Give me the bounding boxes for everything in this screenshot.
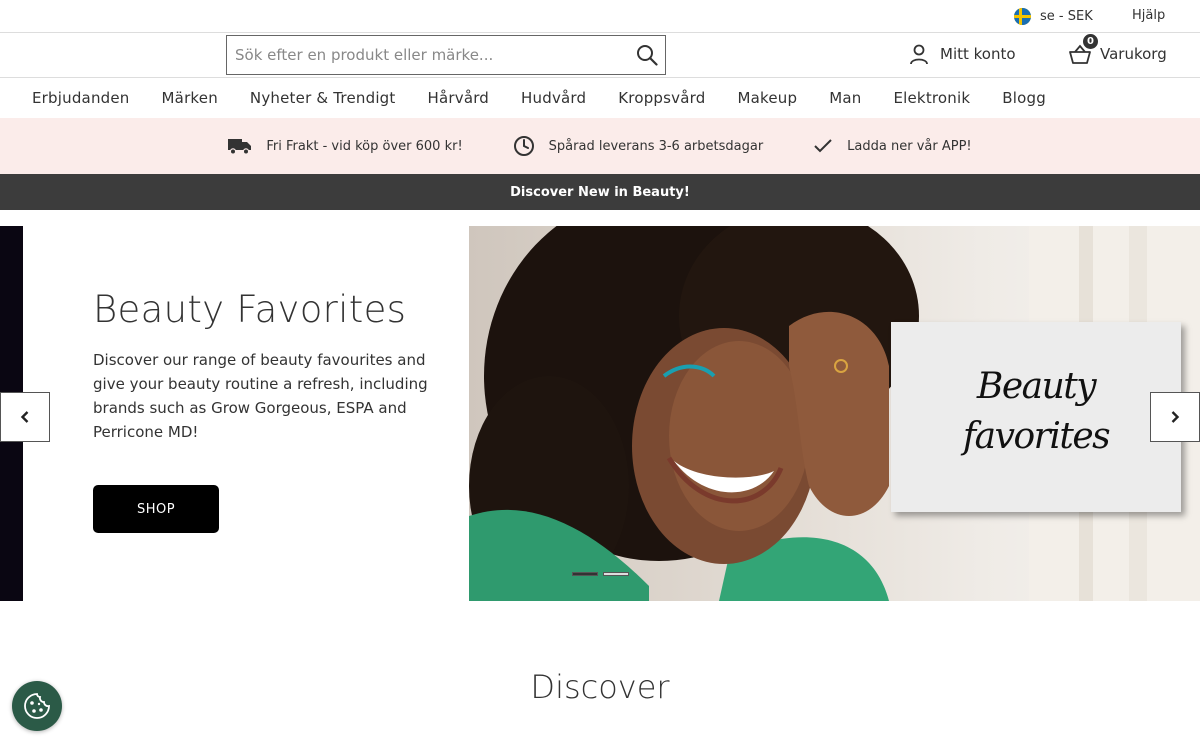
hero-text-panel: Beauty Favorites Discover our range of b… — [23, 226, 469, 601]
truck-icon — [228, 139, 252, 155]
nav-item-hudvard[interactable]: Hudvård — [521, 89, 586, 107]
locale-label: se - SEK — [1040, 9, 1093, 24]
announcement-bar[interactable]: Discover New in Beauty! — [0, 174, 1200, 210]
benefit-delivery: Spårad leverans 3-6 arbetsdagar — [513, 135, 764, 157]
locale-selector[interactable]: se - SEK — [1014, 8, 1093, 25]
hero-carousel: Beauty Favorites Discover our range of b… — [0, 226, 1200, 601]
shop-button[interactable]: SHOP — [93, 485, 219, 533]
main-nav: Erbjudanden Märken Nyheter & Trendigt Hå… — [0, 78, 1200, 118]
sweden-flag-icon — [1014, 8, 1031, 25]
nav-item-harvard[interactable]: Hårvård — [428, 89, 490, 107]
card-text: Beauty favorites — [891, 362, 1181, 462]
nav-item-makeup[interactable]: Makeup — [737, 89, 797, 107]
carousel-dots — [572, 572, 634, 576]
card-line-2: favorites — [962, 416, 1111, 457]
beauty-favorites-card: Beauty favorites — [891, 322, 1181, 512]
checkmark-icon — [814, 139, 832, 153]
search-icon[interactable] — [629, 36, 665, 74]
carousel-dot-2[interactable] — [603, 572, 629, 576]
help-link[interactable]: Hjälp — [1132, 8, 1165, 23]
search-input[interactable] — [227, 36, 629, 74]
carousel-prev-button[interactable] — [0, 392, 50, 442]
search-bar — [226, 35, 666, 75]
nav-item-kroppsvard[interactable]: Kroppsvård — [618, 89, 705, 107]
benefit-shipping: Fri Frakt - vid köp över 600 kr! — [228, 137, 463, 155]
hero-title: Beauty Favorites — [93, 288, 407, 331]
nav-item-erbjudanden[interactable]: Erbjudanden — [32, 89, 130, 107]
account-link[interactable]: Mitt konto — [908, 43, 1016, 65]
basket-icon: 0 — [1068, 34, 1098, 65]
card-line-1: Beauty — [976, 366, 1097, 407]
utility-bar: se - SEK Hjälp — [0, 0, 1200, 33]
nav-item-blogg[interactable]: Blogg — [1002, 89, 1046, 107]
chevron-left-icon — [20, 411, 29, 423]
cookie-settings-button[interactable] — [12, 681, 62, 731]
benefit-text: Ladda ner vår APP! — [847, 138, 972, 154]
benefits-strip: Fri Frakt - vid köp över 600 kr! Spårad … — [0, 118, 1200, 174]
carousel-next-button[interactable] — [1150, 392, 1200, 442]
benefit-app[interactable]: Ladda ner vår APP! — [813, 138, 972, 154]
nav-item-man[interactable]: Man — [829, 89, 861, 107]
benefit-text: Spårad leverans 3-6 arbetsdagar — [548, 138, 764, 154]
cart-link[interactable]: 0 Varukorg — [1068, 34, 1167, 65]
hero-description: Discover our range of beauty favourites … — [93, 351, 428, 441]
clock-icon — [513, 136, 534, 156]
hero-image[interactable]: Beauty favorites — [469, 226, 1200, 601]
cart-count-badge: 0 — [1083, 34, 1098, 49]
user-icon — [910, 44, 928, 65]
header: Mitt konto 0 Varukorg — [0, 33, 1200, 78]
discover-heading: Discover — [530, 668, 670, 706]
account-label: Mitt konto — [940, 45, 1016, 63]
cart-label: Varukorg — [1100, 45, 1167, 63]
benefit-text: Fri Frakt - vid köp över 600 kr! — [266, 138, 463, 154]
chevron-right-icon — [1171, 411, 1180, 423]
carousel-dot-1[interactable] — [572, 572, 598, 576]
cookie-icon — [24, 693, 50, 719]
nav-item-nyheter[interactable]: Nyheter & Trendigt — [250, 89, 396, 107]
nav-item-marken[interactable]: Märken — [162, 89, 218, 107]
nav-item-elektronik[interactable]: Elektronik — [893, 89, 970, 107]
